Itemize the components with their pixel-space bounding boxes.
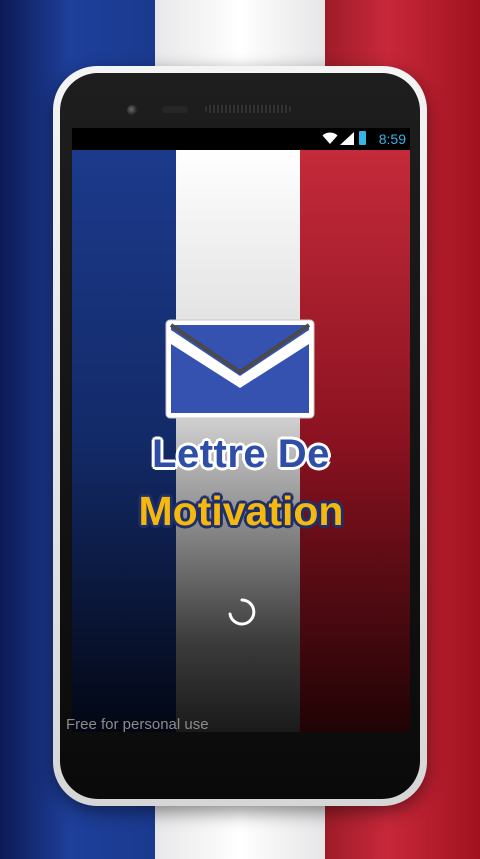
status-bar: 8:59	[72, 128, 410, 150]
battery-icon	[359, 131, 366, 145]
proximity-sensor	[162, 106, 188, 113]
status-time: 8:59	[378, 131, 406, 147]
signal-icon	[340, 132, 354, 145]
front-camera-icon	[127, 105, 138, 116]
app-title-line1: Lettre De	[152, 432, 330, 476]
phone-screen: 8:59 Lettre De Motivation	[72, 128, 410, 732]
wifi-icon	[322, 132, 338, 144]
footer-credit: Free for personal use	[66, 716, 209, 733]
spinner-icon	[228, 598, 256, 626]
envelope-icon	[165, 319, 315, 419]
app-title-line2: Motivation	[138, 488, 344, 534]
earpiece-speaker	[205, 105, 291, 113]
